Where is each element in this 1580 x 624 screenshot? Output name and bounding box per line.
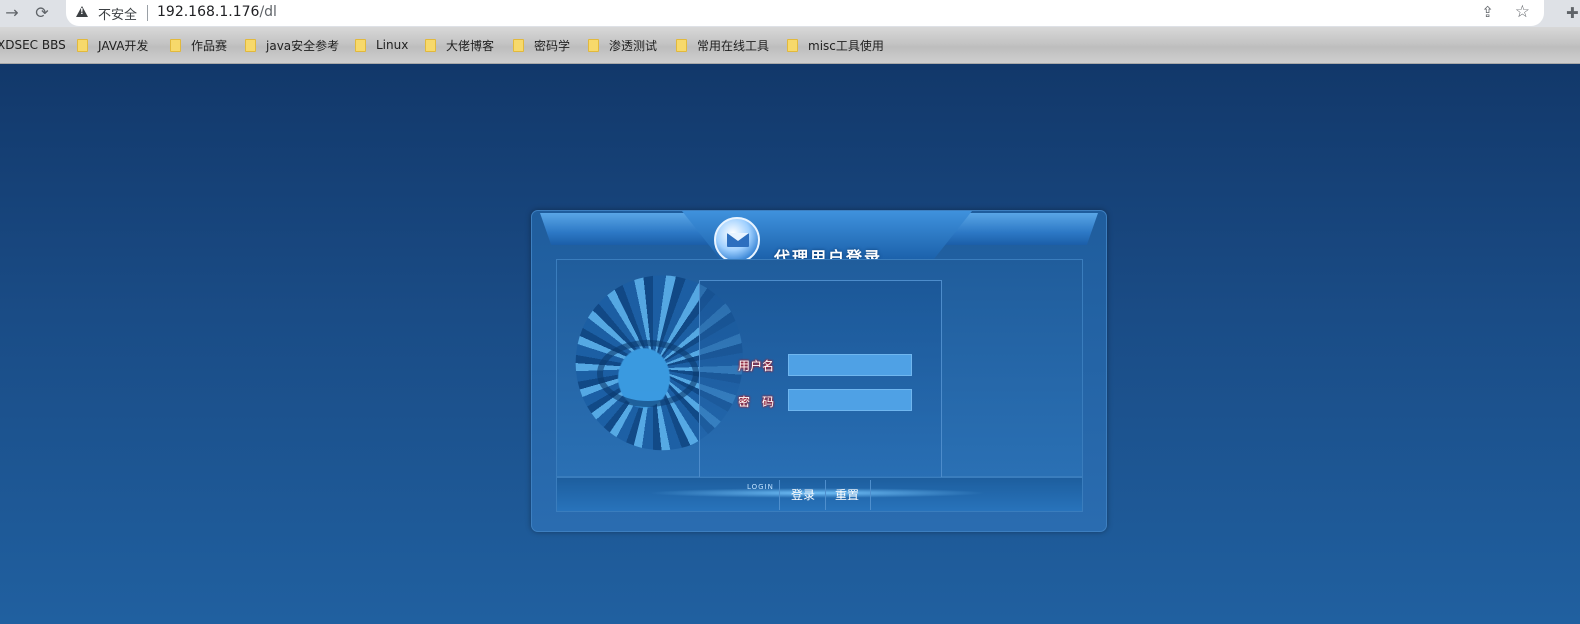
folder-icon — [787, 38, 798, 52]
url-text[interactable]: 192.168.1.176/dl — [157, 4, 277, 20]
login-button[interactable]: 登录 — [791, 486, 815, 503]
decorative-glow — [647, 488, 987, 498]
bookmark-folder-java-security[interactable]: java安全参考 — [245, 37, 339, 53]
warning-icon[interactable] — [76, 6, 88, 17]
security-label[interactable]: 不安全 — [98, 4, 137, 23]
extension-puzzle-icon[interactable]: ✚ — [1566, 4, 1579, 22]
mail-envelope-icon — [714, 217, 760, 263]
folder-icon — [245, 38, 256, 52]
folder-icon — [170, 38, 181, 52]
bookmark-label: JAVA开发 — [98, 38, 149, 53]
username-input[interactable] — [788, 354, 912, 376]
username-label: 用户名 — [738, 359, 775, 373]
login-panel: 代理用户登录 用户名 密 码 LOGIN 登录 重置 — [531, 210, 1107, 532]
bookmark-folder-works[interactable]: 作品赛 — [170, 37, 227, 53]
bookmark-star-icon[interactable]: ☆ — [1515, 2, 1530, 22]
browser-toolbar: → ⟳ 不安全 192.168.1.176/dl ⇪ ☆ ✚ — [0, 0, 1580, 27]
page-background: 代理用户登录 用户名 密 码 LOGIN 登录 重置 — [0, 64, 1580, 624]
bookmark-folder-linux[interactable]: Linux — [355, 37, 408, 53]
bookmark-label: 大佬博客 — [446, 38, 495, 53]
divider — [779, 480, 780, 510]
bookmark-label: misc工具使用 — [808, 38, 884, 53]
folder-icon — [676, 38, 687, 52]
folder-icon — [77, 38, 88, 52]
bookmark-folder-blogs[interactable]: 大佬博客 — [425, 37, 494, 53]
url-host[interactable]: 192.168.1.176 — [157, 4, 259, 20]
url-path[interactable]: /dl — [259, 4, 277, 20]
decorative-ring — [597, 340, 699, 407]
bookmark-folder-pentest[interactable]: 渗透测试 — [588, 37, 657, 53]
login-caption: LOGIN — [747, 483, 774, 491]
password-label: 密 码 — [738, 395, 775, 409]
bookmark-folder-online-tools[interactable]: 常用在线工具 — [676, 37, 769, 53]
folder-icon — [425, 38, 436, 52]
bookmark-label: 渗透测试 — [609, 38, 658, 53]
bookmark-label: java安全参考 — [266, 38, 340, 53]
bookmark-label: XDSEC BBS — [0, 38, 66, 52]
bookmark-folder-cryptography[interactable]: 密码学 — [513, 37, 570, 53]
login-form: 用户名 密 码 — [699, 280, 942, 478]
folder-icon — [588, 38, 599, 52]
bookmark-label: 作品赛 — [191, 38, 228, 53]
forward-arrow-icon[interactable]: → — [2, 3, 22, 23]
bookmarks-bar: XDSEC BBS JAVA开发 作品赛 java安全参考 Linux 大佬博客… — [0, 27, 1580, 64]
reset-button[interactable]: 重置 — [835, 486, 859, 503]
bookmark-folder-misc-tools[interactable]: misc工具使用 — [787, 37, 884, 53]
share-icon[interactable]: ⇪ — [1481, 3, 1494, 21]
reload-icon[interactable]: ⟳ — [32, 3, 52, 23]
bookmark-xdsec-bbs[interactable]: XDSEC BBS — [0, 37, 66, 53]
password-input[interactable] — [788, 389, 912, 411]
folder-icon — [355, 38, 366, 52]
divider — [870, 480, 871, 510]
bookmark-label: 常用在线工具 — [697, 38, 770, 53]
panel-body: 用户名 密 码 — [556, 259, 1083, 478]
bookmark-label: 密码学 — [534, 38, 571, 53]
bookmark-folder-java-dev[interactable]: JAVA开发 — [77, 37, 148, 53]
divider — [825, 480, 826, 510]
address-bar[interactable]: 不安全 192.168.1.176/dl ⇪ ☆ — [66, 0, 1544, 26]
folder-icon — [513, 38, 524, 52]
bookmark-label: Linux — [376, 38, 409, 52]
address-divider — [147, 5, 148, 21]
action-bar: LOGIN 登录 重置 — [556, 477, 1083, 512]
